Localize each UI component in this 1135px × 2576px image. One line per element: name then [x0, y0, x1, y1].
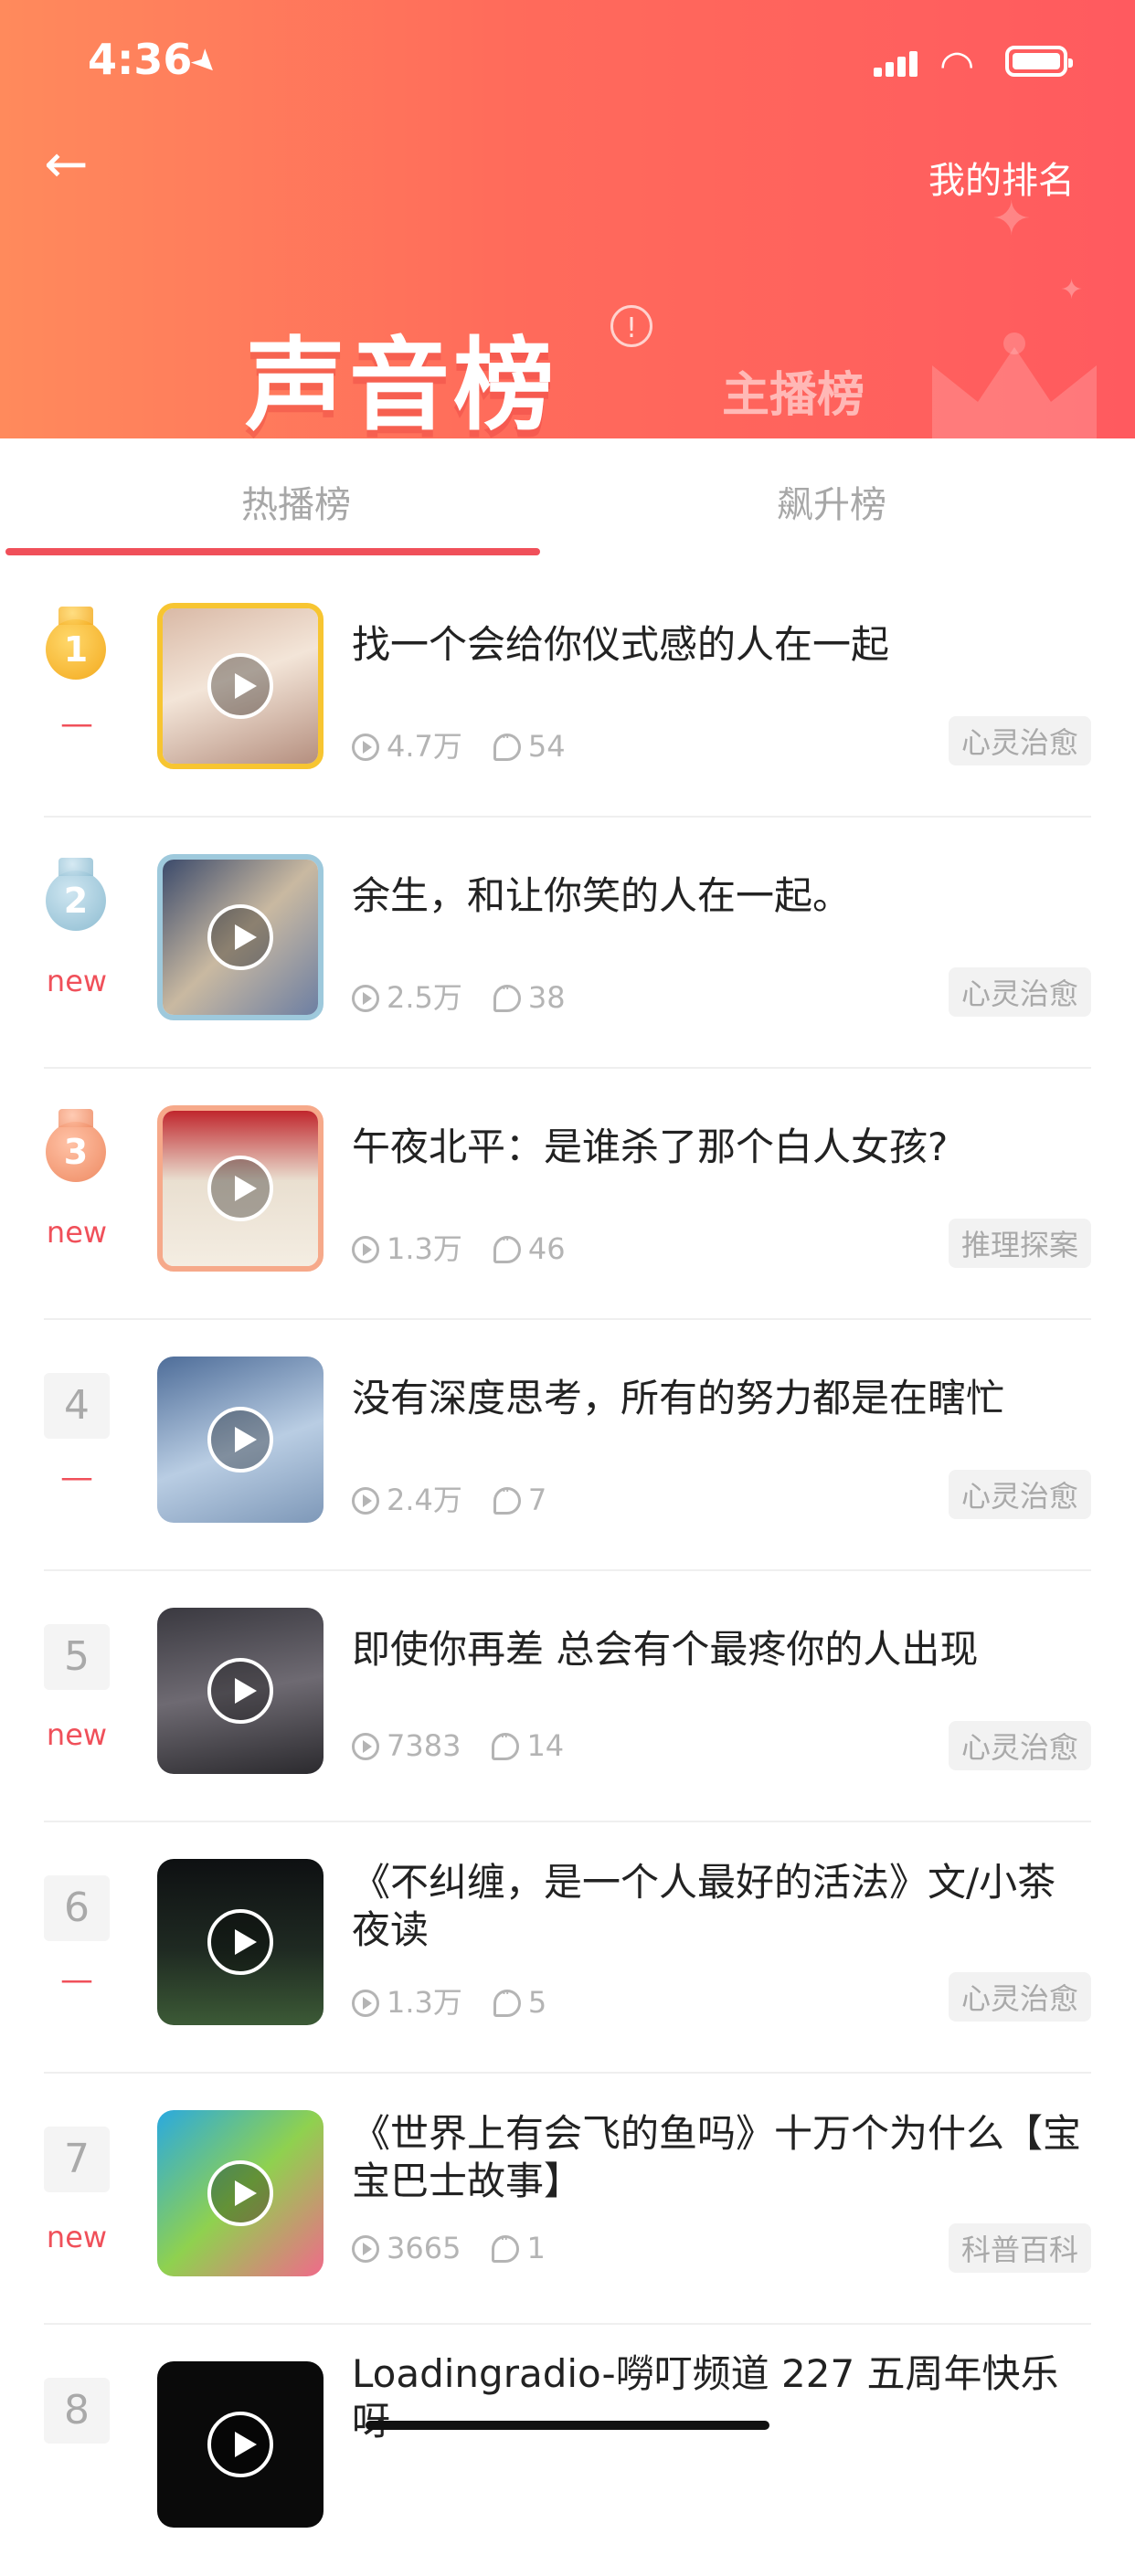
comment-icon — [493, 1482, 521, 1515]
play-icon[interactable] — [207, 653, 273, 719]
list-item[interactable]: 2 new 余生，和让你笑的人在一起。 2.5万38 心灵治愈 — [0, 818, 1135, 1069]
trend-indicator: — — [60, 1459, 93, 1496]
item-title: 《不纠缠，是一个人最好的活法》文/小茶夜读 — [352, 1860, 1056, 1952]
tab-rising[interactable]: 飙升榜 — [777, 475, 886, 528]
status-time: 4:36 — [88, 35, 193, 84]
cover-image — [157, 2110, 324, 2276]
active-tab-indicator — [5, 548, 540, 555]
list-item[interactable]: 4 — 没有深度思考，所有的努力都是在瞎忙 2.4万7 心灵治愈 — [0, 1320, 1135, 1571]
sparkle-icon: ✦ — [1060, 274, 1084, 306]
play-count-icon — [352, 734, 379, 761]
rank-number: 6 — [44, 1875, 110, 1941]
category-tag[interactable]: 心灵治愈 — [948, 1972, 1091, 2022]
item-title: Loadingradio-嘮叮频道 227 五周年快乐呀 — [352, 2351, 1059, 2444]
play-count-icon — [352, 1990, 379, 2017]
category-tag[interactable]: 心灵治愈 — [948, 1470, 1091, 1519]
comment-icon — [493, 1984, 521, 2017]
cover-image — [157, 1105, 324, 1272]
cover-image — [157, 1859, 324, 2025]
trend-indicator: — — [60, 705, 93, 743]
list-item[interactable]: 1 — 找一个会给你仪式感的人在一起 4.7万54 心灵治愈 — [0, 566, 1135, 818]
sparkle-icon: ✦ — [992, 192, 1032, 247]
tab-bar: 热播榜 飙升榜 — [0, 438, 1135, 557]
item-title: 即使你再差 总会有个最疼你的人出现 — [352, 1627, 979, 1672]
comment-icon — [493, 1230, 521, 1263]
item-title: 找一个会给你仪式感的人在一起 — [352, 622, 890, 667]
comment-icon — [493, 979, 521, 1012]
cover-image — [157, 2361, 324, 2528]
rank-number: 8 — [44, 2378, 110, 2444]
item-title: 余生，和让你笑的人在一起。 — [352, 873, 852, 918]
play-icon[interactable] — [207, 2160, 273, 2226]
play-count-icon — [352, 2235, 379, 2263]
item-stats: 2.4万7 — [352, 1477, 578, 1519]
item-stats: 36651 — [352, 2230, 577, 2265]
list-item[interactable]: 7 new 《世界上有会飞的鱼吗》十万个为什么【宝宝巴士故事】 36651 科普… — [0, 2074, 1135, 2325]
wifi-icon: ◠ — [939, 42, 975, 89]
back-arrow-icon[interactable]: ← — [44, 137, 89, 190]
category-tag[interactable]: 心灵治愈 — [948, 967, 1091, 1017]
info-icon[interactable]: ! — [610, 305, 652, 347]
play-count-icon — [352, 1487, 379, 1515]
item-stats: 1.3万46 — [352, 1226, 597, 1268]
header-banner: 4:36 ➤ ◠ ← 我的排名 ✦ ✦ 声音榜 ! 主播榜 — [0, 0, 1135, 438]
list-item[interactable]: 5 new 即使你再差 总会有个最疼你的人出现 738314 心灵治愈 — [0, 1571, 1135, 1822]
play-icon[interactable] — [207, 2412, 273, 2477]
item-title: 《世界上有会飞的鱼吗》十万个为什么【宝宝巴士故事】 — [352, 2111, 1082, 2203]
category-tag[interactable]: 心灵治愈 — [948, 1721, 1091, 1770]
comment-icon — [492, 1727, 520, 1760]
item-stats: 2.5万38 — [352, 975, 597, 1017]
play-icon[interactable] — [207, 1407, 273, 1473]
cover-image — [157, 603, 324, 769]
cover-image — [157, 1357, 324, 1523]
play-icon[interactable] — [207, 1658, 273, 1724]
tab-hot[interactable]: 热播榜 — [241, 475, 351, 528]
cellular-signal-icon — [874, 48, 921, 77]
play-icon[interactable] — [207, 1156, 273, 1221]
trend-indicator: new — [46, 2220, 108, 2254]
tab-anchor-ranking[interactable]: 主播榜 — [722, 356, 865, 425]
item-stats: 4.7万54 — [352, 723, 597, 765]
item-stats: 1.3万5 — [352, 1980, 578, 2022]
bronze-medal-icon: 3 — [46, 1109, 106, 1182]
list-item[interactable]: 6 — 《不纠缠，是一个人最好的活法》文/小茶夜读 1.3万5 心灵治愈 — [0, 1822, 1135, 2074]
comment-icon — [493, 728, 521, 761]
play-icon[interactable] — [207, 904, 273, 970]
rank-number: 7 — [44, 2127, 110, 2192]
trend-indicator: new — [46, 964, 108, 998]
item-title: 没有深度思考，所有的努力都是在瞎忙 — [352, 1376, 1005, 1420]
cover-image — [157, 854, 324, 1020]
play-count-icon — [352, 985, 379, 1012]
page-title: 声音榜 — [245, 327, 557, 438]
list-item[interactable]: 8 Loadingradio-嘮叮频道 227 五周年快乐呀 — [0, 2325, 1135, 2576]
category-tag[interactable]: 推理探案 — [948, 1219, 1091, 1268]
category-tag[interactable]: 心灵治愈 — [948, 716, 1091, 765]
item-stats: 738314 — [352, 1727, 595, 1763]
crown-icon — [932, 333, 1097, 438]
rank-number: 5 — [44, 1624, 110, 1690]
home-indicator — [366, 2421, 769, 2430]
trend-indicator: — — [60, 1961, 93, 1999]
battery-icon — [1005, 46, 1073, 77]
comment-icon — [492, 2230, 520, 2263]
play-count-icon — [352, 1733, 379, 1760]
rank-number: 4 — [44, 1373, 110, 1439]
play-count-icon — [352, 1236, 379, 1263]
list-item[interactable]: 3 new 午夜北平：是谁杀了那个白人女孩? 1.3万46 推理探案 — [0, 1069, 1135, 1320]
play-icon[interactable] — [207, 1909, 273, 1975]
gold-medal-icon: 1 — [46, 607, 106, 680]
trend-indicator: new — [46, 1717, 108, 1752]
cover-image — [157, 1608, 324, 1774]
trend-indicator: new — [46, 1215, 108, 1250]
category-tag[interactable]: 科普百科 — [948, 2223, 1091, 2273]
silver-medal-icon: 2 — [46, 858, 106, 931]
item-title: 午夜北平：是谁杀了那个白人女孩? — [352, 1124, 949, 1169]
